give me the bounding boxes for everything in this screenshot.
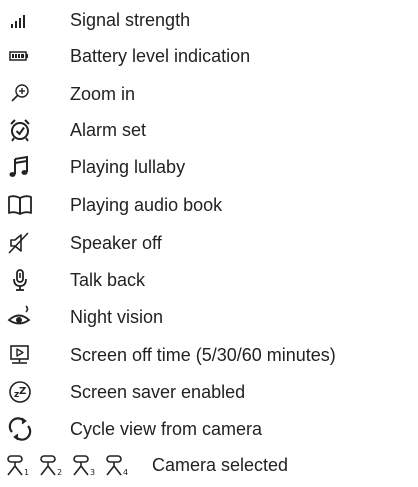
- microphone-icon: [6, 266, 34, 294]
- screen-off-timer-icon: [6, 341, 34, 369]
- camera-icon-group: 1 2 3 4: [4, 451, 144, 479]
- music-note-icon: [6, 153, 34, 181]
- camera-number: 2: [57, 468, 62, 477]
- camera-number: 1: [24, 468, 29, 477]
- signal-strength-icon: [6, 6, 34, 34]
- legend-label: Signal strength: [70, 10, 191, 30]
- legend-label: Speaker off: [70, 233, 162, 253]
- svg-text:Z: Z: [19, 386, 26, 397]
- legend-label: Screen off time (5/30/60 minutes): [70, 345, 336, 365]
- legend-label: Playing lullaby: [70, 157, 186, 177]
- legend-label: Screen saver enabled: [70, 382, 246, 402]
- screen-saver-icon: z Z: [6, 378, 34, 406]
- legend-label: Zoom in: [70, 84, 136, 104]
- legend-label: Talk back: [70, 270, 146, 290]
- legend-label: Battery level indication: [70, 46, 251, 66]
- camera-1-icon: 1: [4, 451, 32, 479]
- camera-2-icon: 2: [37, 451, 65, 479]
- camera-4-icon: 4: [103, 451, 131, 479]
- camera-3-icon: 3: [70, 451, 98, 479]
- legend-label: Camera selected: [152, 455, 289, 475]
- camera-number: 3: [90, 468, 95, 477]
- open-book-icon: [6, 191, 34, 219]
- battery-icon: [6, 42, 34, 70]
- legend-row-camera-selected: 1 2 3 4 Camera selected: [0, 451, 418, 487]
- legend-label: Night vision: [70, 307, 164, 327]
- legend-label: Playing audio book: [70, 195, 223, 215]
- night-vision-eye-icon: [6, 303, 34, 331]
- legend-label: Alarm set: [70, 120, 147, 140]
- alarm-clock-icon: [6, 116, 34, 144]
- cycle-arrows-icon: [6, 415, 34, 443]
- speaker-off-icon: [6, 229, 34, 257]
- zoom-in-icon: [6, 80, 34, 108]
- legend-label: Cycle view from camera: [70, 419, 263, 439]
- camera-number: 4: [123, 468, 128, 477]
